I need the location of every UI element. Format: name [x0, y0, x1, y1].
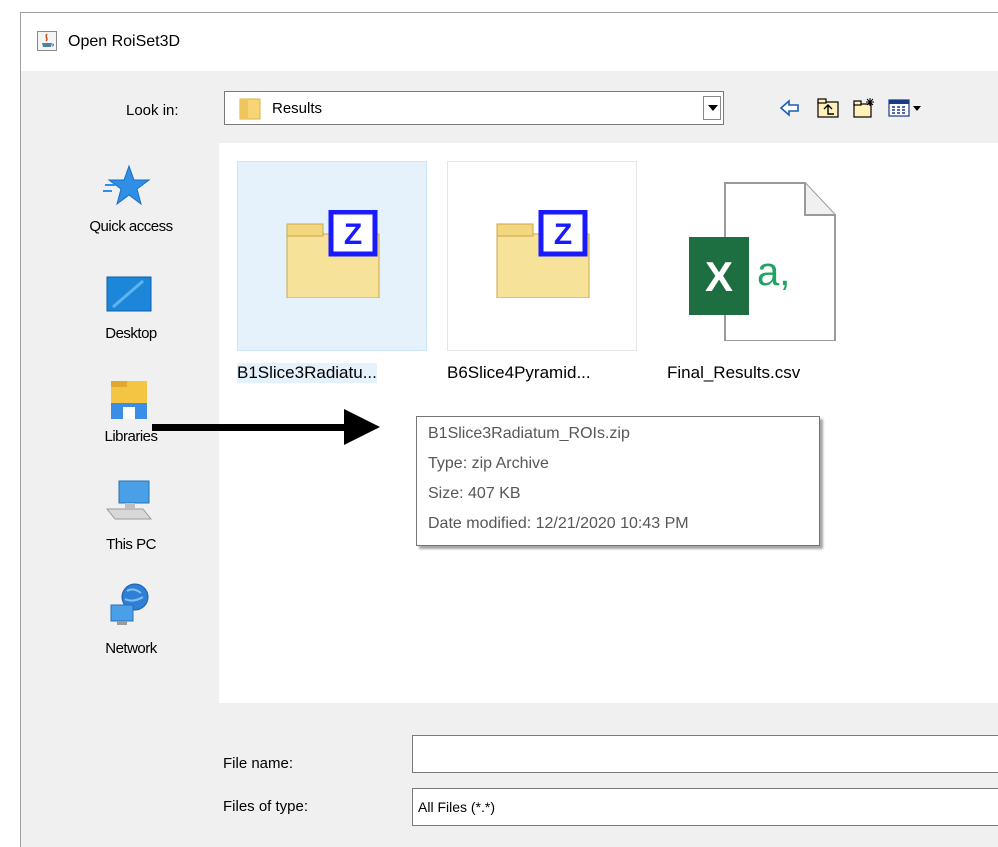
place-label: Network	[105, 640, 157, 657]
computer-icon	[105, 480, 153, 520]
file-label[interactable]: Final_Results.csv	[667, 363, 800, 383]
zip-folder-icon: Z	[496, 210, 590, 298]
zip-folder-icon: Z	[286, 210, 380, 298]
view-menu-icon[interactable]	[887, 97, 925, 119]
title-bar: Open RoiSet3D	[21, 13, 998, 71]
file-type-select[interactable]: All Files (*.*)	[412, 788, 998, 826]
window-title: Open RoiSet3D	[68, 33, 181, 50]
new-folder-icon[interactable]	[852, 97, 876, 119]
up-folder-icon[interactable]	[816, 97, 840, 119]
svg-text:Z: Z	[554, 218, 572, 251]
places-bar: Quick access Desktop Libraries This PC N…	[43, 155, 219, 675]
java-app-icon	[37, 31, 57, 51]
place-quick-access[interactable]: Quick access	[43, 155, 219, 255]
place-label: Quick access	[89, 218, 173, 235]
look-in-label: Look in:	[126, 102, 179, 119]
tooltip-date: Date modified: 12/21/2020 10:43 PM	[428, 515, 689, 532]
back-arrow-icon[interactable]	[778, 97, 802, 119]
tooltip-size: Size: 407 KB	[428, 485, 521, 502]
place-label: This PC	[106, 536, 156, 553]
place-label: Desktop	[105, 325, 157, 342]
annotation-arrow-head	[344, 409, 380, 445]
look-in-value: Results	[272, 100, 323, 117]
file-tile[interactable]: Z	[237, 161, 427, 351]
file-name-input[interactable]	[412, 735, 998, 773]
svg-text:a,: a,	[757, 250, 790, 294]
look-in-combo[interactable]: Results	[224, 91, 724, 125]
file-tooltip: B1Slice3Radiatum_ROIs.zip Type: zip Arch…	[416, 416, 820, 546]
place-desktop[interactable]: Desktop	[43, 259, 219, 359]
file-label[interactable]: B6Slice4Pyramid...	[447, 363, 591, 383]
star-icon	[103, 164, 151, 206]
chevron-down-icon[interactable]	[703, 96, 721, 120]
svg-text:Z: Z	[344, 218, 362, 251]
file-type-label: Files of type:	[223, 798, 309, 815]
file-name-label: File name:	[223, 755, 294, 772]
svg-text:X: X	[705, 253, 733, 300]
file-label[interactable]: B1Slice3Radiatu...	[237, 363, 377, 383]
tooltip-name: B1Slice3Radiatum_ROIs.zip	[428, 425, 630, 442]
tooltip-type: Type: zip Archive	[428, 455, 549, 472]
desktop-icon	[106, 276, 152, 312]
place-this-pc[interactable]: This PC	[43, 469, 219, 569]
folder-icon	[239, 98, 261, 120]
libraries-icon	[111, 381, 147, 419]
file-type-value: All Files (*.*)	[418, 799, 496, 815]
place-libraries[interactable]: Libraries	[43, 365, 219, 465]
file-tile[interactable]: Z	[447, 161, 637, 351]
file-tile[interactable]: X a,	[667, 161, 857, 351]
place-network[interactable]: Network	[43, 575, 219, 675]
annotation-arrow	[152, 424, 366, 431]
excel-csv-icon: X a,	[689, 182, 836, 341]
network-icon	[110, 583, 149, 625]
